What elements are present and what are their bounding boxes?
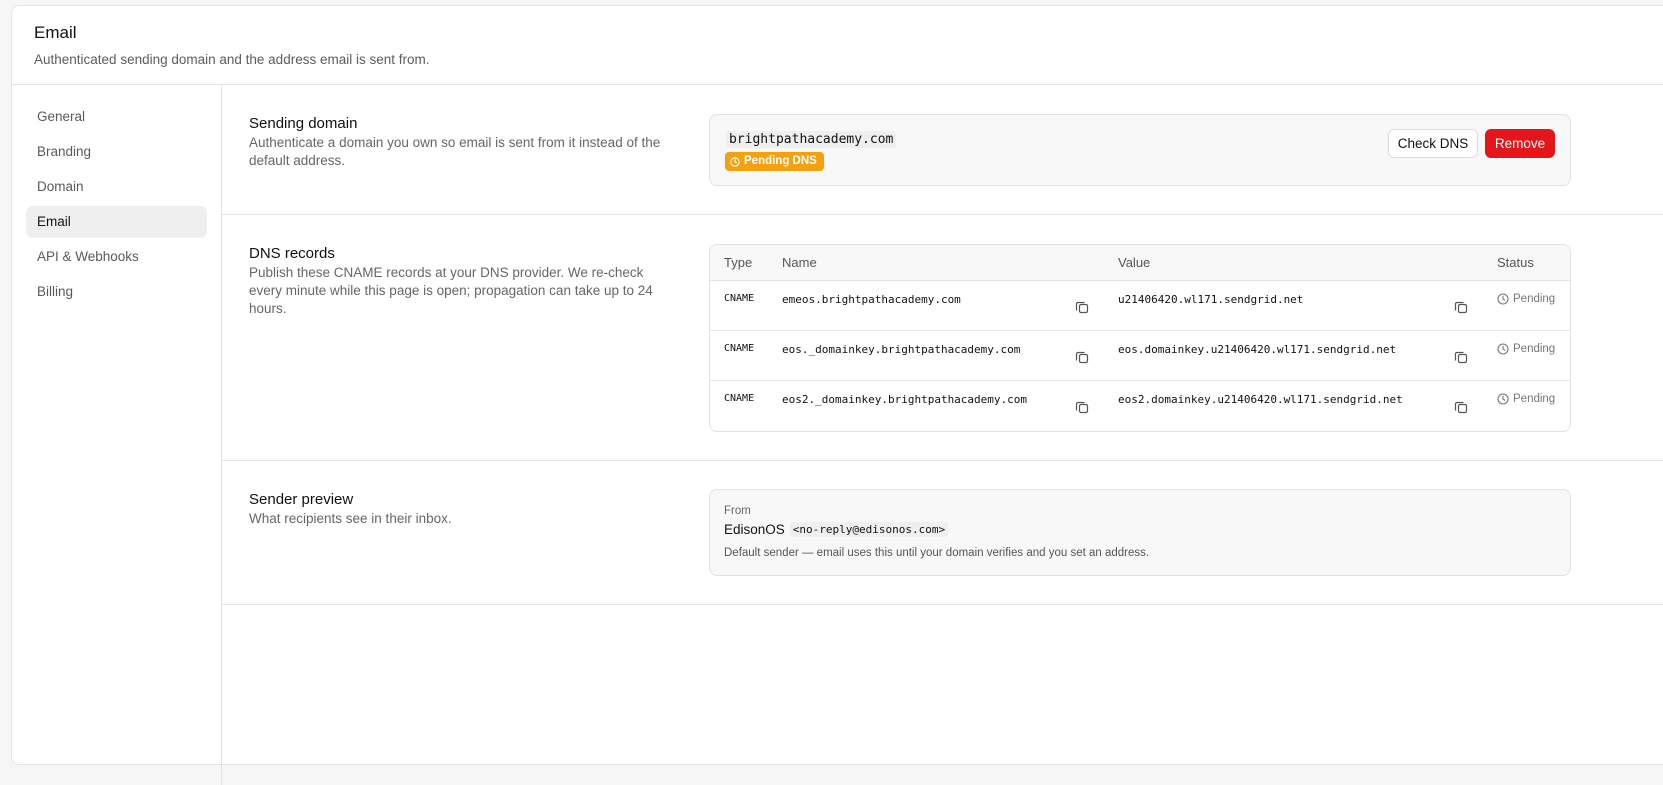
sidebar-item-domain[interactable]: Domain — [26, 171, 207, 203]
section-description: What recipients see in their inbox. — [249, 511, 452, 526]
column-header-value: Value — [1117, 245, 1496, 281]
panel-header: Email Authenticated sending domain and t… — [12, 6, 1663, 85]
record-name-cell: emeos.brightpathacademy.com — [781, 280, 1117, 331]
from-line: EdisonOS <no-reply@edisonos.com> — [724, 522, 949, 537]
sidebar-item-general[interactable]: General — [26, 101, 207, 133]
column-header-name: Name — [781, 245, 1117, 281]
sender-note: Default sender — email uses this until y… — [724, 547, 1150, 559]
sending-domain-section: Sending domain Authenticate a domain you… — [222, 85, 1663, 215]
table-row: CNAME eos._domainkey.brightpathacademy.c… — [710, 330, 1570, 381]
domain-name: brightpathacademy.com — [726, 131, 897, 148]
record-value-cell: u21406420.wl171.sendgrid.net — [1117, 280, 1496, 331]
table-row: CNAME eos2._domainkey.brightpathacademy.… — [710, 380, 1570, 430]
record-value-cell: eos2.domainkey.u21406420.wl171.sendgrid.… — [1117, 380, 1496, 430]
record-type: CNAME — [710, 330, 781, 381]
sidebar-item-branding[interactable]: Branding — [26, 136, 207, 168]
copy-icon[interactable] — [1075, 350, 1089, 364]
record-type: CNAME — [710, 280, 781, 331]
page-title: Email — [34, 23, 77, 42]
status-badge-label: Pending DNS — [744, 155, 817, 167]
record-status: Pending — [1513, 292, 1556, 305]
section-description: Publish these CNAME records at your DNS … — [249, 265, 653, 316]
record-value: eos.domainkey.u21406420.wl171.sendgrid.n… — [1118, 342, 1397, 356]
sending-domain-info: Sending domain Authenticate a domain you… — [249, 115, 679, 170]
check-dns-button[interactable]: Check DNS — [1388, 129, 1478, 158]
record-name-cell: eos2._domainkey.brightpathacademy.com — [781, 380, 1117, 430]
page-subtitle: Authenticated sending domain and the add… — [34, 52, 430, 67]
table-header-row: Type Name Value Status — [710, 245, 1570, 281]
sidebar-item-email[interactable]: Email — [26, 206, 207, 238]
clock-icon — [1497, 392, 1509, 405]
copy-icon[interactable] — [1075, 400, 1089, 414]
record-status-cell: Pending — [1496, 330, 1570, 381]
table-row: CNAME emeos.brightpathacademy.com u21406… — [710, 280, 1570, 331]
clock-icon — [1497, 292, 1509, 305]
record-value: eos2.domainkey.u21406420.wl171.sendgrid.… — [1118, 392, 1403, 406]
sending-domain-card: brightpathacademy.com Pending DNS Check … — [709, 114, 1571, 186]
dns-records-info: DNS records Publish these CNAME records … — [249, 245, 679, 318]
copy-icon[interactable] — [1075, 300, 1089, 314]
sidebar: General Branding Domain Email API & Webh… — [12, 85, 222, 785]
section-description: Authenticate a domain you own so email i… — [249, 135, 661, 168]
record-value: u21406420.wl171.sendgrid.net — [1118, 292, 1304, 306]
sender-name: EdisonOS — [724, 522, 785, 537]
record-value-cell: eos.domainkey.u21406420.wl171.sendgrid.n… — [1117, 330, 1496, 381]
dns-records-section: DNS records Publish these CNAME records … — [222, 215, 1663, 461]
sidebar-item-billing[interactable]: Billing — [26, 276, 207, 308]
record-name-cell: eos._domainkey.brightpathacademy.com — [781, 330, 1117, 381]
copy-icon[interactable] — [1454, 350, 1468, 364]
remove-button[interactable]: Remove — [1485, 129, 1555, 158]
record-name: eos._domainkey.brightpathacademy.com — [782, 342, 1021, 356]
record-type: CNAME — [710, 380, 781, 430]
section-title: Sender preview — [249, 491, 354, 508]
record-status-cell: Pending — [1496, 280, 1570, 331]
record-status: Pending — [1513, 392, 1556, 405]
sidebar-item-api-webhooks[interactable]: API & Webhooks — [26, 241, 207, 273]
sender-preview-info: Sender preview What recipients see in th… — [249, 491, 679, 528]
from-label: From — [724, 505, 751, 517]
section-title: DNS records — [249, 245, 335, 262]
record-status: Pending — [1513, 342, 1556, 355]
status-badge: Pending DNS — [725, 152, 824, 171]
column-header-type: Type — [710, 245, 781, 281]
dns-records-table: Type Name Value Status CNAME emeos.brigh… — [710, 245, 1570, 430]
column-header-status: Status — [1496, 245, 1570, 281]
clock-icon — [730, 156, 740, 167]
section-title: Sending domain — [249, 115, 358, 132]
copy-icon[interactable] — [1454, 400, 1468, 414]
sender-preview-card: From EdisonOS <no-reply@edisonos.com> De… — [709, 489, 1571, 576]
sender-preview-section: Sender preview What recipients see in th… — [222, 461, 1663, 605]
copy-icon[interactable] — [1454, 300, 1468, 314]
record-name: emeos.brightpathacademy.com — [782, 292, 961, 306]
clock-icon — [1497, 342, 1509, 355]
record-name: eos2._domainkey.brightpathacademy.com — [782, 392, 1028, 406]
record-status-cell: Pending — [1496, 380, 1570, 430]
sender-address: <no-reply@edisonos.com> — [789, 522, 949, 537]
dns-records-card: Type Name Value Status CNAME emeos.brigh… — [709, 244, 1571, 432]
settings-panel: Email Authenticated sending domain and t… — [11, 5, 1663, 785]
main-content: Sending domain Authenticate a domain you… — [222, 85, 1663, 605]
